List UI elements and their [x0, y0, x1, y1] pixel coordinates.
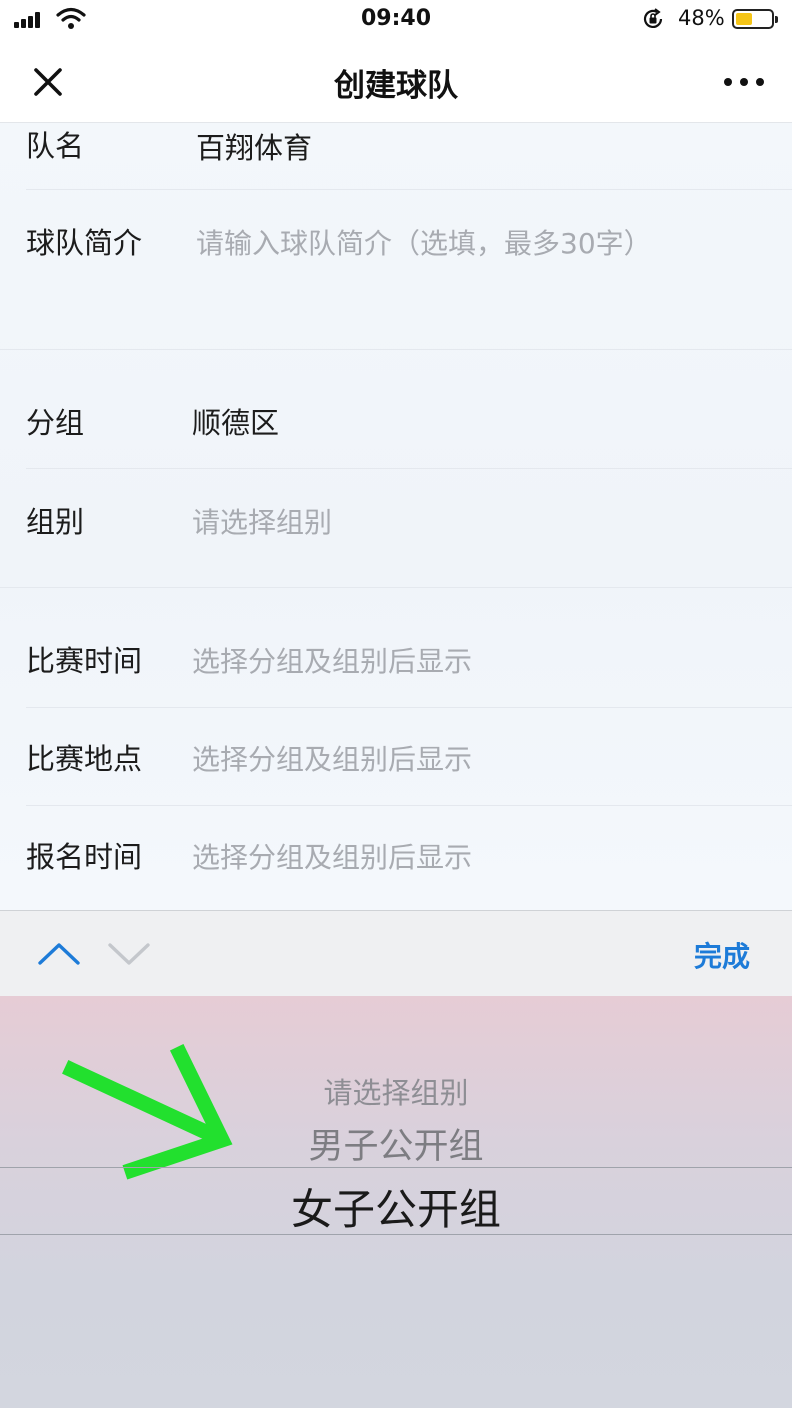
- signup-time-value: 选择分组及组别后显示: [192, 841, 473, 874]
- match-place-value: 选择分组及组别后显示: [192, 743, 473, 776]
- category-label: 组别: [26, 505, 85, 539]
- team-intro-row[interactable]: 球队简介 请输入球队简介（选填，最多30字）: [0, 190, 792, 350]
- create-team-form: 队名 百翔体育 球队简介 请输入球队简介（选填，最多30字） 分组 顺德区 组别…: [0, 123, 792, 910]
- picker-option-selected[interactable]: 女子公开组: [0, 1176, 792, 1237]
- chevron-up-icon[interactable]: [36, 937, 82, 971]
- group-row[interactable]: 分组 顺德区: [0, 350, 792, 468]
- match-place-label: 比赛地点: [26, 742, 143, 776]
- status-bar: 09:40 48%: [0, 0, 792, 40]
- team-intro-label: 球队简介: [26, 226, 143, 260]
- group-label: 分组: [26, 406, 85, 440]
- signup-time-label: 报名时间: [26, 840, 143, 874]
- picker-selection-top-line: [0, 1167, 792, 1168]
- signup-time-row: 报名时间 选择分组及组别后显示: [0, 806, 792, 906]
- team-name-row[interactable]: 队名 百翔体育: [0, 123, 792, 189]
- close-icon[interactable]: [26, 60, 70, 104]
- done-button[interactable]: 完成: [694, 935, 750, 975]
- match-time-label: 比赛时间: [26, 644, 143, 678]
- team-name-value[interactable]: 百翔体育: [196, 125, 312, 167]
- picker-option[interactable]: 男子公开组: [0, 1118, 792, 1169]
- chevron-down-icon[interactable]: [106, 937, 152, 971]
- page-title: 创建球队: [334, 68, 458, 104]
- picker-toolbar: 完成: [0, 910, 792, 997]
- category-select[interactable]: 请选择组别: [192, 501, 332, 541]
- battery-percent: 48%: [678, 6, 725, 30]
- match-place-row: 比赛地点 选择分组及组别后显示: [0, 708, 792, 805]
- battery-icon: [732, 9, 778, 29]
- more-icon[interactable]: [718, 62, 770, 100]
- match-time-row: 比赛时间 选择分组及组别后显示: [0, 588, 792, 706]
- category-picker[interactable]: 请选择组别 男子公开组 女子公开组: [0, 996, 792, 1408]
- rotation-lock-icon: [643, 8, 663, 28]
- category-row[interactable]: 组别 请选择组别: [0, 469, 792, 587]
- picker-option[interactable]: 请选择组别: [0, 1070, 792, 1112]
- team-intro-input[interactable]: 请输入球队简介（选填，最多30字）: [196, 222, 652, 262]
- status-time: 09:40: [360, 6, 432, 31]
- nav-bar: 创建球队: [0, 40, 792, 123]
- match-time-value: 选择分组及组别后显示: [192, 645, 473, 678]
- picker-selection-bottom-line: [0, 1234, 792, 1235]
- group-value[interactable]: 顺德区: [192, 400, 279, 442]
- team-name-label: 队名: [26, 129, 85, 163]
